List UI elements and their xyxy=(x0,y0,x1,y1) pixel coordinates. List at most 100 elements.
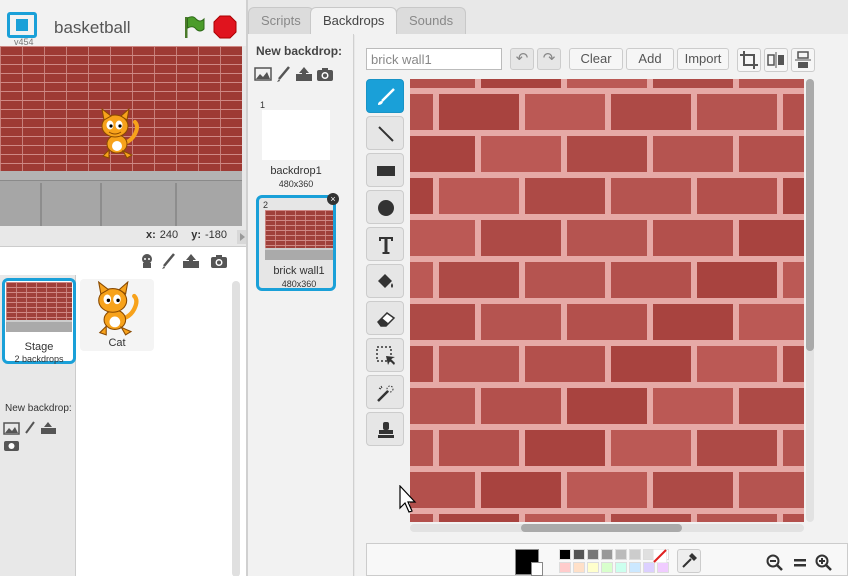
brick xyxy=(653,388,733,424)
transparent-color-icon[interactable] xyxy=(653,549,667,563)
color-swatch[interactable] xyxy=(657,562,669,573)
brick xyxy=(481,472,561,508)
fill-tool[interactable] xyxy=(366,264,404,298)
upload-backdrop-icon[interactable] xyxy=(40,421,57,435)
stamp-icon xyxy=(378,422,394,438)
canvas-horizontal-scrollbar[interactable] xyxy=(410,524,804,532)
backdrop-thumbnail xyxy=(265,210,333,260)
zoom-out-button[interactable] xyxy=(765,554,785,574)
upload-sprite-icon[interactable] xyxy=(182,253,200,269)
zoom-reset-button[interactable] xyxy=(790,554,810,574)
flip-vertical-button[interactable] xyxy=(791,48,815,72)
sprite-name: Cat xyxy=(108,337,126,349)
brush-tool[interactable] xyxy=(366,79,404,113)
stage-view[interactable] xyxy=(0,46,242,226)
paint-backdrop-icon[interactable] xyxy=(23,421,36,435)
new-backdrop-icons xyxy=(3,421,75,455)
backdrop-item-selected[interactable]: 2 brick wall1 480x360 × xyxy=(256,193,339,291)
paint-backdrop-icon[interactable] xyxy=(275,66,291,82)
brick xyxy=(567,472,647,508)
redo-icon: ↷ xyxy=(542,50,556,67)
flip-horizontal-icon xyxy=(767,52,784,68)
choose-sprite-icon[interactable] xyxy=(138,253,156,269)
backdrop-name: brick wall1 xyxy=(273,265,325,277)
backdrop-library-icon[interactable] xyxy=(3,421,20,435)
cat-sprite[interactable] xyxy=(97,108,141,160)
brick xyxy=(653,472,733,508)
add-button[interactable]: Add xyxy=(626,48,674,70)
tab-sounds[interactable]: Sounds xyxy=(396,7,467,34)
eraser-icon xyxy=(377,312,396,327)
color-swatch[interactable] xyxy=(573,562,585,573)
camera-sprite-icon[interactable] xyxy=(210,253,228,269)
vertical-scroll-thumb[interactable] xyxy=(806,79,814,351)
tab-backdrops[interactable]: Backdrops xyxy=(310,7,398,35)
import-button[interactable]: Import xyxy=(677,48,729,70)
color-swatch[interactable] xyxy=(559,562,571,573)
stage-thumbnail-image xyxy=(6,282,72,332)
stop-icon[interactable] xyxy=(213,15,237,39)
rectangle-tool[interactable] xyxy=(366,153,404,187)
crop-button[interactable] xyxy=(737,48,761,72)
color-swatch[interactable] xyxy=(643,562,655,573)
color-swatch[interactable] xyxy=(629,562,641,573)
zoom-in-icon xyxy=(815,554,832,571)
paint-sprite-icon[interactable] xyxy=(160,253,178,269)
project-title[interactable]: basketball xyxy=(54,18,131,38)
new-backdrop-heading: New backdrop: xyxy=(256,44,343,58)
color-swatch[interactable] xyxy=(615,562,627,573)
color-swatch[interactable] xyxy=(601,549,613,560)
color-swatch[interactable] xyxy=(629,549,641,560)
color-swatch[interactable] xyxy=(587,562,599,573)
upload-backdrop-icon[interactable] xyxy=(295,66,313,82)
flip-horizontal-button[interactable] xyxy=(764,48,788,72)
color-swatch[interactable] xyxy=(601,562,613,573)
ellipse-tool[interactable] xyxy=(366,190,404,224)
redo-button[interactable]: ↷ xyxy=(537,48,561,70)
text-tool[interactable] xyxy=(366,227,404,261)
eyedropper-button[interactable] xyxy=(677,549,701,573)
brick xyxy=(739,472,804,508)
undo-icon: ↶ xyxy=(515,50,529,67)
delete-backdrop-icon[interactable]: × xyxy=(327,193,339,205)
horizontal-scroll-thumb[interactable] xyxy=(521,524,682,532)
paint-canvas[interactable] xyxy=(410,79,804,522)
clear-button[interactable]: Clear xyxy=(569,48,623,70)
backdrop-item[interactable]: 1 backdrop1 480x360 xyxy=(256,98,336,194)
color-swatch[interactable] xyxy=(573,549,585,560)
select-tool[interactable] xyxy=(366,338,404,372)
eyedropper-icon xyxy=(682,553,697,568)
canvas-vertical-scrollbar[interactable] xyxy=(806,79,814,522)
stamp-tool[interactable] xyxy=(366,412,404,446)
sprite-thumbnail-cat[interactable]: Cat xyxy=(80,279,154,351)
fullscreen-icon[interactable] xyxy=(7,12,37,38)
color-swatch[interactable] xyxy=(615,549,627,560)
backdrop-library-icon[interactable] xyxy=(254,66,272,82)
brick xyxy=(739,79,804,88)
camera-backdrop-icon[interactable] xyxy=(3,438,20,452)
eraser-tool[interactable] xyxy=(366,301,404,335)
line-tool[interactable] xyxy=(366,116,404,150)
camera-backdrop-icon[interactable] xyxy=(316,66,334,82)
undo-button[interactable]: ↶ xyxy=(510,48,534,70)
sprite-pane-scrollbar[interactable] xyxy=(232,281,240,576)
brick xyxy=(481,220,561,256)
stage-thumbnail[interactable]: Stage 2 backdrops xyxy=(2,278,76,364)
brick xyxy=(783,94,804,130)
color-swatch[interactable] xyxy=(587,549,599,560)
secondary-color-swatch[interactable] xyxy=(531,562,543,576)
backdrop-size: 480x360 xyxy=(281,279,317,289)
color-swatch[interactable] xyxy=(559,549,571,560)
tab-scripts[interactable]: Scripts xyxy=(248,7,314,34)
green-flag-icon[interactable] xyxy=(182,15,206,39)
magic-select-tool[interactable] xyxy=(366,375,404,409)
costume-name-input[interactable] xyxy=(366,48,502,70)
brick xyxy=(410,304,475,340)
brick xyxy=(481,304,561,340)
brick xyxy=(567,388,647,424)
brick xyxy=(410,388,475,424)
brick xyxy=(410,430,433,466)
zoom-in-button[interactable] xyxy=(814,554,834,574)
brick xyxy=(439,178,519,214)
brick xyxy=(410,220,475,256)
